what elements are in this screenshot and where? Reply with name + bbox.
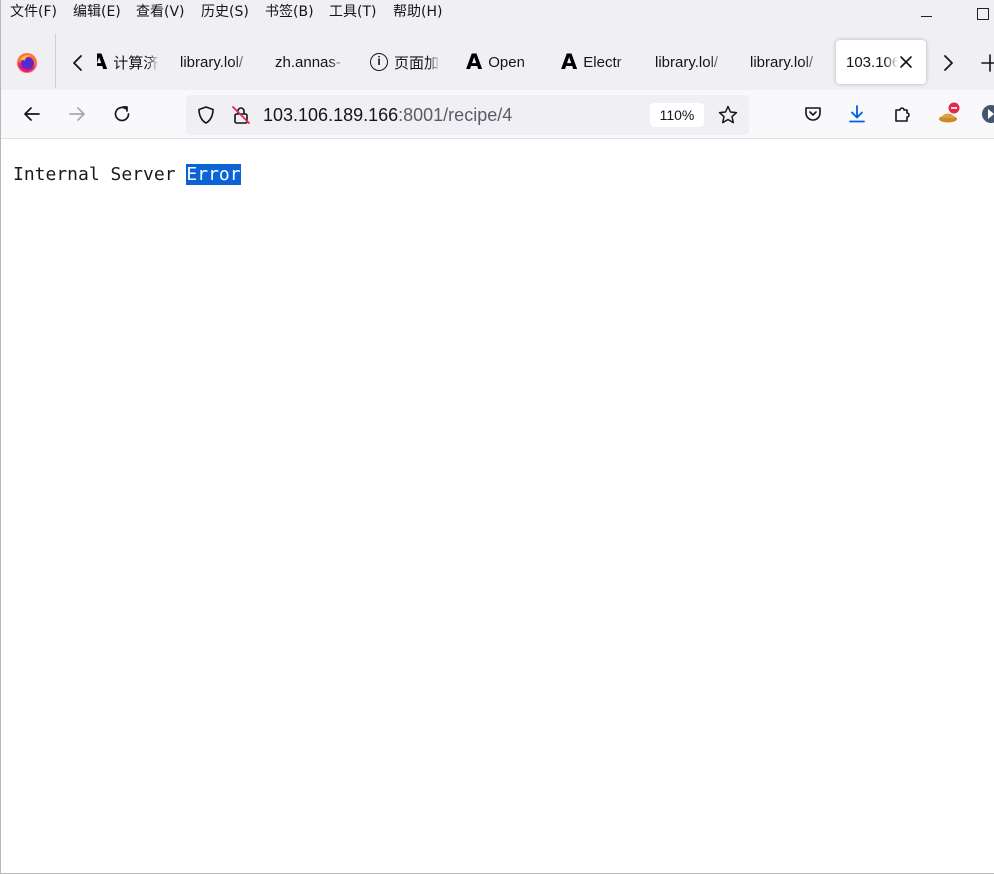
tab-label: library.lol/ <box>180 53 244 71</box>
url-text[interactable]: 103.106.189.166:8001/recipe/4 <box>263 105 512 125</box>
menu-edit[interactable]: 编辑(E) <box>73 2 121 22</box>
insecure-lock-icon[interactable] <box>230 104 252 126</box>
tab-4[interactable]: i 页面加 <box>370 40 446 84</box>
avatar-icon <box>982 105 994 123</box>
forward-arrow-icon <box>69 107 85 121</box>
downloads-button[interactable] <box>841 98 873 130</box>
selected-text: Error <box>186 164 241 185</box>
tab-7[interactable]: library.lol/ <box>655 40 731 84</box>
tab-label: 页面加 <box>394 54 440 72</box>
puzzle-piece-icon <box>895 107 910 122</box>
tab-label: Electr <box>583 53 622 71</box>
tab-strip-divider <box>55 34 56 88</box>
url-bar[interactable]: 103.106.189.166:8001/recipe/4 110% <box>186 95 749 135</box>
account-avatar[interactable] <box>981 104 994 124</box>
tab-1[interactable]: A 计算济 <box>97 40 161 84</box>
tab-label: 计算济 <box>113 54 159 72</box>
extension-hat-icon <box>939 102 960 123</box>
url-host: 103.106.189.166 <box>263 105 399 125</box>
menu-history[interactable]: 历史(S) <box>201 2 249 22</box>
zoom-level-button[interactable]: 110% <box>650 103 704 127</box>
a-logo-icon: A <box>97 50 108 74</box>
download-icon <box>849 105 865 123</box>
tab-active[interactable]: 103.106 <box>836 40 926 84</box>
url-path: :8001/recipe/4 <box>398 105 513 125</box>
menu-bookmarks[interactable]: 书签(B) <box>265 2 314 22</box>
bookmark-star-icon[interactable] <box>717 104 739 126</box>
tab-3[interactable]: zh.annas- <box>275 40 351 84</box>
menu-bar: 文件(F) 编辑(E) 查看(V) 历史(S) 书签(B) 工具(T) 帮助(H… <box>1 0 994 24</box>
new-tab-plus-icon[interactable] <box>979 52 994 74</box>
tab-5[interactable]: A Open <box>466 40 542 84</box>
a-logo-icon: A <box>466 50 483 74</box>
info-circle-icon: i <box>370 53 388 71</box>
tab-scroll-right-icon[interactable] <box>937 52 959 74</box>
tab-label: 103.106 <box>846 53 898 71</box>
pocket-icon <box>805 107 821 121</box>
tab-label: library.lol/ <box>655 53 719 71</box>
tab-scroll-left-icon[interactable] <box>67 52 89 74</box>
error-message: Internal Server Error <box>13 163 241 187</box>
forward-button[interactable] <box>61 98 93 130</box>
menu-tools[interactable]: 工具(T) <box>329 2 376 22</box>
page-content: Internal Server Error <box>1 140 994 873</box>
menu-help[interactable]: 帮助(H) <box>393 2 442 22</box>
tab-label: library.lol/ <box>750 53 814 71</box>
extension-badge-button[interactable] <box>933 98 965 130</box>
a-logo-icon: A <box>561 50 578 74</box>
reload-button[interactable] <box>106 98 138 130</box>
menu-file[interactable]: 文件(F) <box>10 2 57 22</box>
pocket-button[interactable] <box>797 98 829 130</box>
firefox-menu-icon[interactable] <box>15 51 39 75</box>
tab-close-icon[interactable] <box>898 54 914 70</box>
shield-icon[interactable] <box>196 105 216 125</box>
extensions-button[interactable] <box>887 98 919 130</box>
back-button[interactable] <box>16 98 48 130</box>
reload-icon <box>114 106 130 122</box>
error-message-text: Internal Server <box>13 164 187 185</box>
tab-8[interactable]: library.lol/ <box>750 40 826 84</box>
tab-2[interactable]: library.lol/ <box>180 40 256 84</box>
browser-window: 文件(F) 编辑(E) 查看(V) 历史(S) 书签(B) 工具(T) 帮助(H… <box>0 0 994 874</box>
tab-6[interactable]: A Electr <box>561 40 637 84</box>
back-arrow-icon <box>24 107 40 121</box>
tab-label: zh.annas- <box>275 53 341 71</box>
navigation-bar: 103.106.189.166:8001/recipe/4 110% <box>1 90 994 139</box>
menu-view[interactable]: 查看(V) <box>136 2 185 22</box>
tab-label: Open <box>488 53 525 71</box>
tab-strip: A 计算济 library.lol/ zh.annas- i 页面加 A Ope… <box>1 24 994 90</box>
